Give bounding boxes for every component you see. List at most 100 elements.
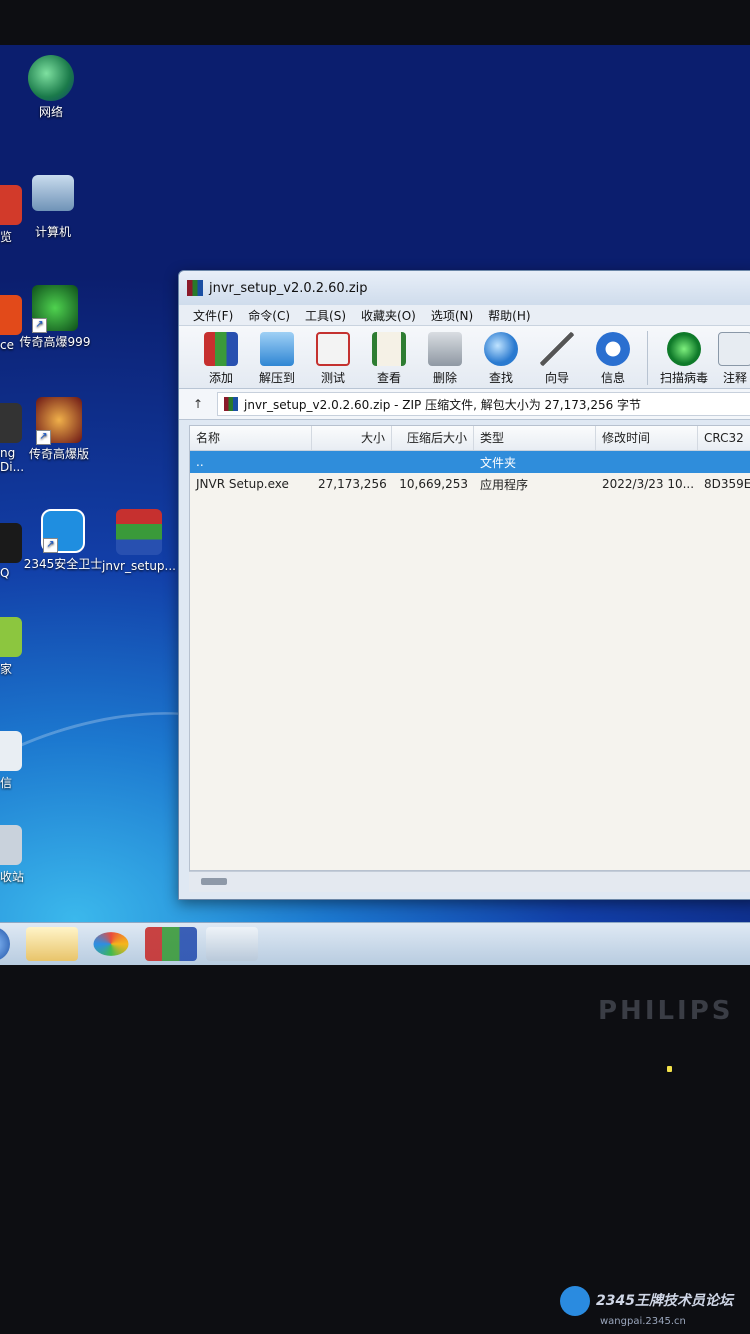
watermark-url: wangpai.2345.cn: [600, 1316, 686, 1327]
desktop-icon-game-999[interactable]: ↗ 传奇高爆999: [12, 285, 98, 350]
book-icon: [372, 332, 406, 366]
menu-tools[interactable]: 工具(S): [305, 307, 346, 324]
winrar-taskbar-icon[interactable]: [145, 927, 197, 961]
comment-icon: [718, 332, 750, 366]
toolbar-label: 扫描病毒: [659, 371, 708, 385]
icon-label: 传奇高爆999: [19, 335, 91, 349]
toolbar: 添加 解压到 测试 查看 删除 查找 向导 信息 扫描病毒 注释: [179, 326, 750, 389]
comment-button[interactable]: 注释: [714, 326, 750, 386]
watermark-text: 2345王牌技术员论坛: [596, 1293, 733, 1309]
folder-icon: [260, 332, 294, 366]
file-list[interactable]: 名称 大小 压缩后大小 类型 修改时间 CRC32 .. 文件夹 JNVR Se…: [189, 425, 750, 871]
watermark: 2345王牌技术员论坛 wangpai.2345.cn: [560, 1286, 733, 1327]
row-crc: 8D359E: [704, 477, 750, 491]
scan-virus-button[interactable]: 扫描病毒: [654, 326, 714, 386]
address-bar: ↑ jnvr_setup_v2.0.2.60.zip - ZIP 压缩文件, 解…: [179, 389, 750, 420]
status-bar: [189, 871, 750, 892]
partial-icon-5[interactable]: 家: [0, 617, 22, 677]
find-button[interactable]: 查找: [473, 326, 529, 386]
partial-icon-4[interactable]: Q: [0, 523, 22, 580]
row-name: ..: [196, 455, 204, 469]
menu-help[interactable]: 帮助(H): [488, 307, 530, 324]
toolbar-label: 查找: [488, 371, 513, 385]
list-header: 名称 大小 压缩后大小 类型 修改时间 CRC32: [190, 426, 750, 451]
winrar-window[interactable]: jnvr_setup_v2.0.2.60.zip 文件(F) 命令(C) 工具(…: [178, 270, 750, 900]
network-icon: [28, 55, 74, 101]
extract-to-button[interactable]: 解压到: [249, 326, 305, 386]
menu-commands[interactable]: 命令(C): [248, 307, 290, 324]
view-button[interactable]: 查看: [361, 326, 417, 386]
row-packed: 10,669,253: [399, 477, 468, 491]
partial-label: Q: [0, 566, 10, 580]
row-name: JNVR Setup.exe: [196, 477, 289, 491]
test-button[interactable]: 测试: [305, 326, 361, 386]
column-size[interactable]: 大小: [312, 426, 392, 450]
toolbar-label: 删除: [432, 371, 457, 385]
wechat-icon: [0, 731, 22, 771]
menu-bar: 文件(F) 命令(C) 工具(S) 收藏夹(O) 选项(N) 帮助(H): [179, 305, 750, 326]
toolbar-label: 向导: [544, 371, 569, 385]
remote-desktop-taskbar-icon[interactable]: [206, 927, 258, 961]
desktop-icon-2345-security[interactable]: ↗ 2345安全卫士: [20, 509, 106, 572]
desktop-icon-network[interactable]: 网络: [8, 55, 94, 120]
wizard-button[interactable]: 向导: [529, 326, 585, 386]
partial-label: ng: [0, 446, 16, 460]
column-type[interactable]: 类型: [474, 426, 596, 450]
row-modified: 2022/3/23 10...: [602, 477, 695, 491]
game-icon: ↗: [32, 285, 78, 333]
qq-icon: [0, 523, 22, 563]
virus-scan-icon: [667, 332, 701, 366]
partial-label: Di...: [0, 460, 25, 474]
taskbar: [0, 922, 750, 965]
shield-icon: ↗: [41, 509, 85, 553]
desktop-icon-computer[interactable]: 计算机: [10, 175, 96, 240]
archive-icon: [224, 397, 238, 411]
menu-options[interactable]: 选项(N): [431, 307, 473, 324]
partial-icon-7[interactable]: 收站: [0, 825, 24, 885]
window-title: jnvr_setup_v2.0.2.60.zip: [209, 280, 368, 296]
icon-label: 2345安全卫士: [23, 557, 103, 571]
game-icon: ↗: [36, 397, 82, 445]
desktop-icon-game-ver[interactable]: ↗ 传奇高爆版: [16, 397, 102, 462]
start-button[interactable]: [0, 927, 10, 961]
shortcut-arrow-icon: ↗: [36, 430, 51, 445]
list-item[interactable]: .. 文件夹: [190, 451, 750, 473]
computer-icon: [32, 175, 74, 211]
info-button[interactable]: 信息: [585, 326, 641, 386]
row-size: 27,173,256: [318, 477, 387, 491]
shortcut-arrow-icon: ↗: [43, 538, 58, 553]
column-packed[interactable]: 压缩后大小: [392, 426, 474, 450]
recycle-bin-icon: [0, 825, 22, 865]
browser-taskbar-icon[interactable]: [93, 932, 129, 956]
column-modified[interactable]: 修改时间: [596, 426, 698, 450]
column-name[interactable]: 名称: [190, 426, 312, 450]
add-button[interactable]: 添加: [193, 326, 249, 386]
toolbar-label: 查看: [376, 371, 401, 385]
address-field[interactable]: jnvr_setup_v2.0.2.60.zip - ZIP 压缩文件, 解包大…: [217, 392, 750, 416]
shortcut-arrow-icon: ↗: [32, 318, 47, 333]
menu-file[interactable]: 文件(F): [193, 307, 233, 324]
winrar-archive-icon: [116, 509, 162, 555]
toolbar-label: 测试: [320, 371, 345, 385]
explorer-taskbar-icon[interactable]: [26, 927, 78, 961]
partial-label: 收站: [0, 870, 25, 884]
delete-button[interactable]: 删除: [417, 326, 473, 386]
toolbar-label: 注释: [722, 371, 747, 385]
menu-favorites[interactable]: 收藏夹(O): [361, 307, 416, 324]
desktop-icon-jnvr-zip[interactable]: jnvr_setup...: [96, 509, 182, 574]
list-item[interactable]: JNVR Setup.exe 27,173,256 10,669,253 应用程…: [190, 473, 750, 495]
monitor-bezel: 览 ce ng Di... Q 家 信 收站 网络 计算机 ↗ 传奇高爆999 …: [0, 0, 750, 1334]
info-icon: [596, 332, 630, 366]
clipboard-check-icon: [316, 332, 350, 366]
toolbar-label: 信息: [600, 371, 625, 385]
power-led: [667, 1066, 672, 1072]
icon-label: 计算机: [34, 225, 71, 239]
winrar-icon: [187, 280, 203, 296]
monitor-brand: PHILIPS: [598, 996, 734, 1026]
magnifier-icon: [484, 332, 518, 366]
window-titlebar[interactable]: jnvr_setup_v2.0.2.60.zip: [179, 271, 750, 305]
up-arrow-icon[interactable]: ↑: [179, 397, 217, 411]
partial-icon-6[interactable]: 信: [0, 731, 22, 791]
column-crc[interactable]: CRC32: [698, 426, 750, 450]
partial-label: 信: [0, 776, 13, 790]
